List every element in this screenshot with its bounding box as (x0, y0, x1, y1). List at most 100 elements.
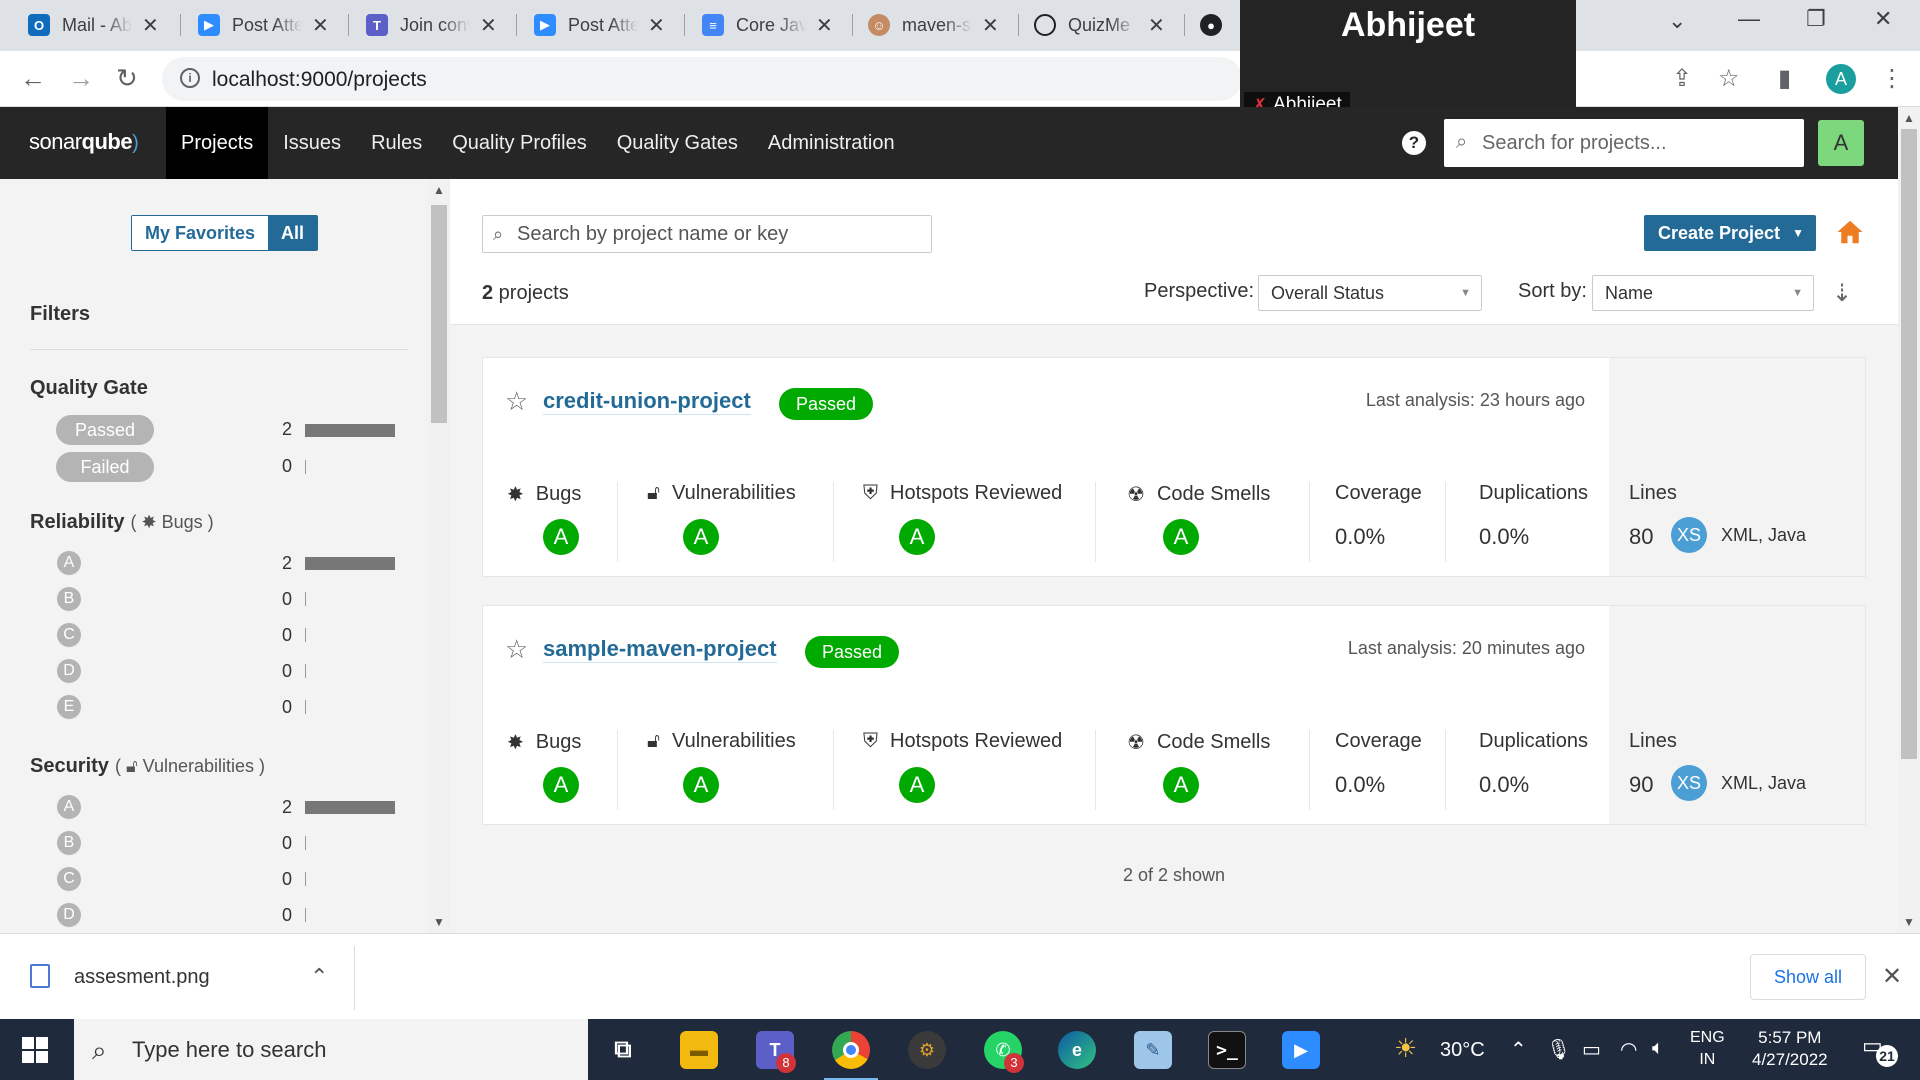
help-icon[interactable]: ? (1402, 131, 1426, 155)
quality-gate-facet-title[interactable]: Quality Gate (30, 377, 148, 400)
reliability-facet-title[interactable]: Reliability ( ✸ Bugs ) (30, 511, 214, 534)
sort-direction-icon[interactable]: ⇣ (1832, 279, 1852, 308)
user-avatar[interactable]: A (1818, 120, 1864, 166)
sidebar-scrollbar[interactable]: ▲ ▼ (428, 179, 450, 933)
scrollbar-thumb[interactable] (1901, 129, 1917, 759)
close-icon[interactable]: ✕ (816, 13, 833, 38)
chrome-icon[interactable] (824, 1031, 878, 1080)
back-icon[interactable]: ← (20, 63, 46, 94)
window-close-icon[interactable]: ✕ (1874, 6, 1892, 32)
create-project-button[interactable]: Create Project ▼ (1644, 215, 1816, 251)
global-search[interactable]: ⌕ (1444, 119, 1804, 167)
file-explorer-icon[interactable]: ▬ (680, 1031, 718, 1069)
close-icon[interactable]: ✕ (312, 13, 329, 38)
scroll-down-icon[interactable]: ▼ (433, 915, 445, 929)
code-smells-rating[interactable]: A (1163, 767, 1199, 803)
project-search-input[interactable] (517, 216, 927, 252)
close-icon[interactable]: ✕ (648, 13, 665, 38)
browser-tab-github[interactable]: ● (1200, 8, 1234, 42)
metric-hotspots[interactable]: ⛨ Hotspots Reviewed (863, 482, 1062, 505)
favorite-star-icon[interactable]: ☆ (505, 386, 528, 417)
sort-select[interactable]: Name ▼ (1592, 275, 1814, 311)
volume-icon[interactable]: 🔈︎ (1652, 1037, 1664, 1060)
weather-sun-icon[interactable]: ☀ (1394, 1033, 1417, 1064)
edge-icon[interactable]: e (1058, 1031, 1096, 1069)
menu-projects[interactable]: Projects (166, 107, 269, 179)
menu-quality-gates[interactable]: Quality Gates (602, 107, 753, 179)
scroll-down-icon[interactable]: ▼ (1903, 915, 1915, 929)
home-icon[interactable] (1835, 217, 1865, 247)
menu-administration[interactable]: Administration (753, 107, 910, 179)
battery-icon[interactable]: ▭ (1582, 1037, 1601, 1062)
bookmark-star-icon[interactable]: ☆ (1718, 64, 1740, 93)
rating-filter-c[interactable]: C (57, 867, 81, 891)
temperature[interactable]: 30°C (1440, 1039, 1485, 1062)
taskbar-search[interactable]: ⌕ Type here to search (74, 1019, 588, 1080)
global-search-input[interactable] (1482, 119, 1798, 167)
task-view-icon[interactable]: ⧉ (604, 1031, 642, 1069)
menu-quality-profiles[interactable]: Quality Profiles (437, 107, 602, 179)
chrome-menu-icon[interactable]: ⋮ (1880, 64, 1904, 93)
close-icon[interactable]: ✕ (142, 13, 159, 38)
microphone-icon[interactable]: 🎙︎ (1546, 1037, 1571, 1062)
rating-filter-a[interactable]: A (57, 551, 81, 575)
close-icon[interactable]: ✕ (1882, 962, 1902, 991)
hotspots-rating[interactable]: A (899, 767, 935, 803)
browser-tab-zoom-2[interactable]: ▶ Post Atte ✕ (534, 8, 665, 42)
rating-filter-d[interactable]: D (57, 903, 81, 927)
side-panel-icon[interactable]: ▮ (1778, 64, 1791, 93)
tray-chevron-up-icon[interactable]: ⌃ (1510, 1037, 1527, 1062)
close-icon[interactable]: ✕ (480, 13, 497, 38)
chevron-up-icon[interactable]: ⌃ (310, 964, 328, 990)
tab-search-chevron-icon[interactable]: ⌄ (1668, 8, 1686, 34)
zoom-icon[interactable]: ▶ (1282, 1031, 1320, 1069)
scrollbar-thumb[interactable] (431, 205, 447, 423)
coverage-value[interactable]: 0.0% (1335, 772, 1385, 798)
rating-filter-a[interactable]: A (57, 795, 81, 819)
terminal-icon[interactable]: >_ (1208, 1031, 1246, 1069)
vulnerabilities-rating[interactable]: A (683, 767, 719, 803)
all-projects-button[interactable]: All (268, 216, 318, 250)
url-text[interactable]: localhost:9000/projects (212, 68, 427, 92)
perspective-select[interactable]: Overall Status ▼ (1258, 275, 1482, 311)
reload-icon[interactable]: ↻ (116, 63, 138, 94)
page-scrollbar[interactable]: ▲ ▼ (1898, 107, 1920, 933)
download-file-name[interactable]: assesment.png (74, 966, 210, 989)
vulnerabilities-rating[interactable]: A (683, 519, 719, 555)
forward-icon[interactable]: → (68, 63, 94, 94)
browser-tab-zoom-1[interactable]: ▶ Post Atte ✕ (198, 8, 329, 42)
metric-hotspots[interactable]: ⛨ Hotspots Reviewed (863, 730, 1062, 753)
project-name-link[interactable]: sample-maven-project (543, 636, 777, 663)
language-indicator[interactable]: ENG IN (1690, 1027, 1725, 1071)
security-facet-title[interactable]: Security ( 🔓︎ Vulnerabilities ) (30, 755, 265, 778)
wifi-icon[interactable]: ◠ (1620, 1037, 1637, 1062)
rating-filter-d[interactable]: D (57, 659, 81, 683)
coverage-value[interactable]: 0.0% (1335, 524, 1385, 550)
project-name-link[interactable]: credit-union-project (543, 388, 751, 415)
address-bar[interactable]: i localhost:9000/projects (162, 57, 1242, 101)
project-search[interactable]: ⌕ (482, 215, 932, 253)
metric-code-smells[interactable]: ☢ Code Smells (1127, 730, 1270, 755)
metric-vulnerabilities[interactable]: 🔓︎ Vulnerabilities (647, 730, 796, 753)
chrome-profile-avatar[interactable]: A (1826, 64, 1856, 94)
windows-start-icon[interactable] (22, 1037, 48, 1063)
minimize-icon[interactable]: — (1738, 6, 1760, 32)
close-icon[interactable]: ✕ (982, 13, 999, 38)
rating-filter-e[interactable]: E (57, 695, 81, 719)
bugs-rating[interactable]: A (543, 767, 579, 803)
metric-bugs[interactable]: ✸ Bugs (507, 482, 581, 507)
menu-issues[interactable]: Issues (268, 107, 356, 179)
rating-filter-b[interactable]: B (57, 587, 81, 611)
rating-filter-c[interactable]: C (57, 623, 81, 647)
metric-code-smells[interactable]: ☢ Code Smells (1127, 482, 1270, 507)
restore-icon[interactable]: ❐ (1806, 6, 1826, 32)
share-icon[interactable]: ⇪ (1672, 64, 1692, 93)
bugs-rating[interactable]: A (543, 519, 579, 555)
favorite-star-icon[interactable]: ☆ (505, 634, 528, 665)
hotspots-rating[interactable]: A (899, 519, 935, 555)
browser-tab-maven[interactable]: ☺ maven-s ✕ (868, 8, 999, 42)
metric-vulnerabilities[interactable]: 🔓︎ Vulnerabilities (647, 482, 796, 505)
filter-failed[interactable]: Failed (56, 452, 154, 482)
close-icon[interactable]: ✕ (1148, 13, 1165, 38)
code-smells-rating[interactable]: A (1163, 519, 1199, 555)
